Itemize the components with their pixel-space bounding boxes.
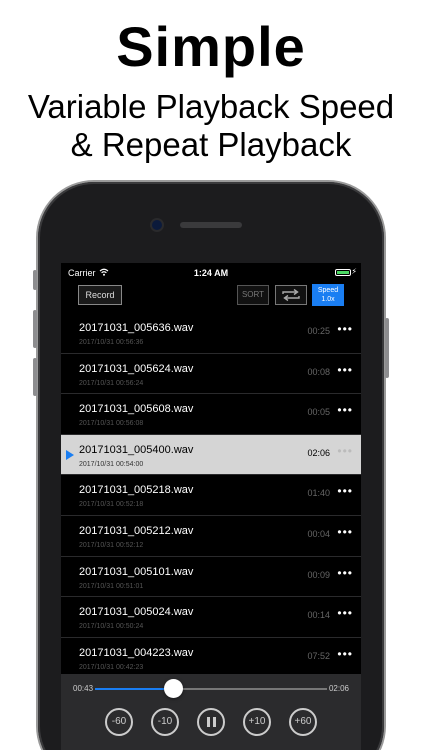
recording-name: 20171031_005212.wav <box>79 524 194 537</box>
subtitle-line-1: Variable Playback Speed <box>27 88 395 125</box>
recording-row[interactable]: 20171031_005218.wav 2017/10/31 00:52:18 01… <box>61 475 361 516</box>
skip-back-10-label: -10 <box>157 716 173 727</box>
recording-date: 2017/10/31 00:52:18 <box>79 501 144 509</box>
toolbar: Record SORT Speed 1.0x <box>61 283 361 311</box>
recording-row[interactable]: 20171031_004223.wav 2017/10/31 00:42:23 07… <box>61 637 361 679</box>
battery-icon <box>335 269 351 276</box>
recording-duration: 00:14 <box>307 610 330 621</box>
recording-name: 20171031_005400.wav <box>79 443 194 456</box>
power-button <box>385 318 389 378</box>
record-button[interactable]: Record <box>78 285 122 305</box>
recording-duration: 00:09 <box>307 569 330 580</box>
more-options-icon[interactable]: ••• <box>337 606 353 620</box>
speed-button[interactable]: Speed 1.0x <box>312 284 344 306</box>
pause-icon-bar <box>212 717 216 727</box>
skip-back-60-button[interactable]: -60 <box>105 708 133 736</box>
recording-name: 20171031_005024.wav <box>79 606 194 619</box>
recording-duration: 07:52 <box>307 650 330 661</box>
recording-row[interactable]: 20171031_005400.wav 2017/10/31 00:54:00 02… <box>61 434 361 476</box>
more-options-icon[interactable]: ••• <box>337 363 353 377</box>
volume-down-button <box>33 358 37 396</box>
status-bar: Carrier 1:24 AM ⚡ <box>61 263 361 283</box>
headline-subtitle: Variable Playback Speed & Repeat Playbac… <box>0 88 422 164</box>
status-time: 1:24 AM <box>193 268 229 278</box>
repeat-button[interactable] <box>275 285 307 305</box>
player-panel: 00:43 02:06 -60 -10 +10 +60 <box>61 674 361 750</box>
total-time: 02:06 <box>328 684 349 693</box>
recording-date: 2017/10/31 00:56:08 <box>79 420 144 428</box>
recording-date: 2017/10/31 00:51:01 <box>79 582 144 590</box>
recording-duration: 01:40 <box>307 488 330 499</box>
skip-fwd-60-label: +60 <box>294 716 312 727</box>
recording-date: 2017/10/31 00:56:36 <box>79 339 144 346</box>
recording-name: 20171031_004223.wav <box>79 646 194 659</box>
recordings-list: 20171031_005636.wav 2017/10/31 00:56:36 00… <box>61 313 361 679</box>
recording-duration: 00:08 <box>307 366 330 377</box>
recording-date: 2017/10/31 00:52:12 <box>79 541 144 549</box>
recording-row[interactable]: 20171031_005212.wav 2017/10/31 00:52:12 00… <box>61 515 361 557</box>
progress-fill <box>95 688 174 690</box>
recording-row[interactable]: 20171031_005624.wav 2017/10/31 00:56:24 00… <box>61 353 361 395</box>
recording-name: 20171031_005101.wav <box>79 565 194 578</box>
recording-name: 20171031_005624.wav <box>79 362 194 375</box>
speed-value: 1.0x <box>321 296 335 303</box>
more-options-icon[interactable]: ••• <box>337 444 353 458</box>
recording-name: 20171031_005636.wav <box>79 322 194 334</box>
skip-back-10-button[interactable]: -10 <box>151 708 179 736</box>
elapsed-time: 00:43 <box>73 684 94 693</box>
charging-bolt-icon: ⚡ <box>351 267 357 276</box>
skip-fwd-10-label: +10 <box>248 716 266 727</box>
mute-switch <box>33 270 37 290</box>
recording-duration: 00:05 <box>307 407 330 418</box>
recording-duration: 00:04 <box>307 528 330 539</box>
progress-thumb[interactable] <box>164 679 184 698</box>
more-options-icon[interactable]: ••• <box>337 566 353 580</box>
earpiece-speaker <box>180 222 242 228</box>
recording-row[interactable]: 20171031_005608.wav 2017/10/31 00:56:08 00… <box>61 394 361 435</box>
recording-name: 20171031_005608.wav <box>79 403 194 416</box>
volume-up-button <box>33 310 37 348</box>
skip-fwd-10-button[interactable]: +10 <box>243 708 271 736</box>
recording-duration: 00:25 <box>307 326 330 336</box>
recording-duration: 02:06 <box>307 447 330 458</box>
more-options-icon[interactable]: ••• <box>337 403 353 417</box>
skip-back-60-label: -60 <box>111 716 127 727</box>
recording-date: 2017/10/31 00:50:24 <box>79 623 144 631</box>
repeat-icon <box>282 288 300 302</box>
recording-date: 2017/10/31 00:56:24 <box>79 379 144 387</box>
recording-row[interactable]: 20171031_005636.wav 2017/10/31 00:56:36 00… <box>61 313 361 354</box>
more-options-icon[interactable]: ••• <box>337 322 353 336</box>
pause-icon <box>206 717 210 727</box>
recording-date: 2017/10/31 00:54:00 <box>79 460 144 468</box>
more-options-icon[interactable]: ••• <box>337 484 353 498</box>
more-options-icon[interactable]: ••• <box>337 647 353 661</box>
more-options-icon[interactable]: ••• <box>337 525 353 539</box>
recording-row[interactable]: 20171031_005024.wav 2017/10/31 00:50:24 00… <box>61 597 361 638</box>
recording-name: 20171031_005218.wav <box>79 484 194 497</box>
front-camera-icon <box>152 220 162 230</box>
subtitle-line-2: & Repeat Playback <box>70 126 352 163</box>
skip-fwd-60-button[interactable]: +60 <box>289 708 317 736</box>
recording-date: 2017/10/31 00:42:23 <box>79 663 144 671</box>
sort-button[interactable]: SORT <box>237 285 269 305</box>
pause-button[interactable] <box>197 708 225 736</box>
play-indicator-icon <box>66 449 74 460</box>
speed-label: Speed <box>317 287 339 294</box>
headline-title: Simple <box>116 15 306 78</box>
recording-row[interactable]: 20171031_005101.wav 2017/10/31 00:51:01 00… <box>61 556 361 598</box>
app-screen: Carrier 1:24 AM ⚡ Record SORT Speed 1.0x… <box>61 263 361 750</box>
